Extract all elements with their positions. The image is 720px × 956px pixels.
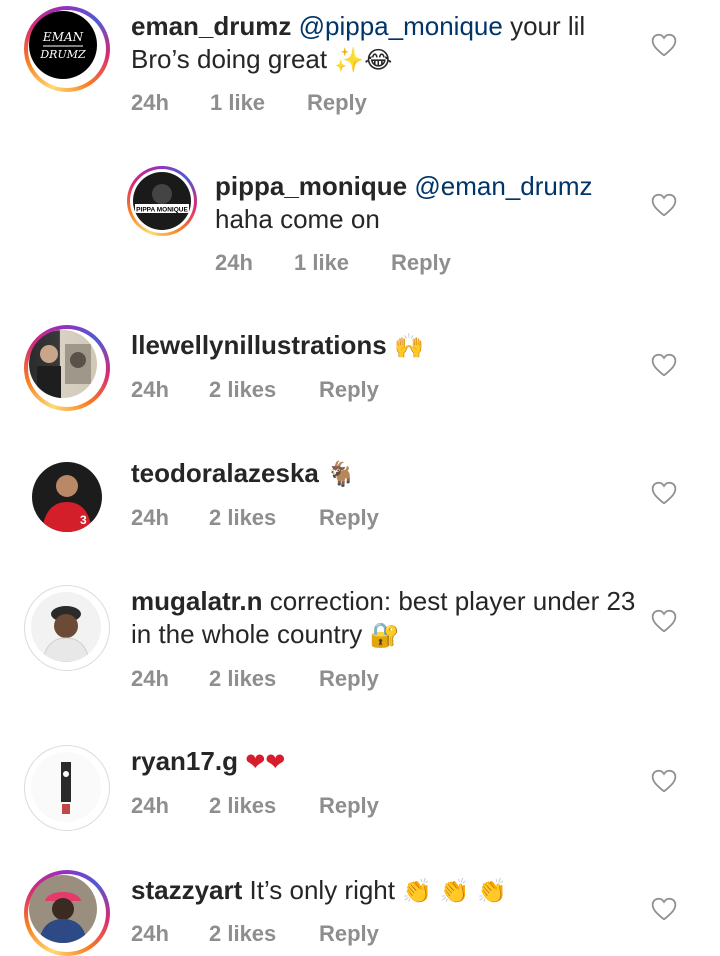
svg-text:DRUMZ: DRUMZ [39, 48, 86, 61]
comment-time: 24h [215, 250, 253, 275]
avatar[interactable]: PIPPA MONIQUE [127, 166, 197, 236]
reply-button[interactable]: Reply [391, 250, 451, 276]
avatar[interactable] [24, 325, 110, 411]
comment-time: 24h [131, 666, 169, 691]
comment-emoji: ❤❤ [245, 748, 286, 776]
comment-likes[interactable]: 2 likes [209, 377, 276, 403]
comment-text: haha come on [215, 204, 380, 234]
comment-emoji: 🔐 [369, 621, 400, 649]
avatar[interactable] [24, 585, 110, 671]
comment-username[interactable]: mugalatr.n [131, 586, 262, 616]
pippa-monique-logo: PIPPA MONIQUE [135, 184, 189, 214]
avatar-photo [42, 606, 90, 662]
heart-outline-icon[interactable] [651, 609, 677, 633]
comment-emoji: 🐐 [326, 460, 356, 488]
avatar[interactable] [24, 870, 110, 956]
comment-username[interactable]: ryan17.g [131, 746, 238, 776]
heart-outline-icon[interactable] [651, 353, 677, 377]
comment-likes[interactable]: 2 likes [209, 666, 276, 692]
avatar[interactable]: EMAN DRUMZ [24, 6, 110, 92]
reply-button[interactable]: Reply [319, 666, 379, 692]
heart-outline-icon[interactable] [651, 897, 677, 921]
comment-text: It’s only right [249, 875, 395, 905]
comment-time: 24h [131, 377, 169, 402]
reply-button[interactable]: Reply [319, 377, 379, 403]
comment-emoji: 👏 👏 👏 [402, 877, 508, 905]
reply-button[interactable]: Reply [319, 921, 379, 947]
comment-emoji: ✨😂 [334, 46, 393, 74]
comment-likes[interactable]: 1 like [210, 90, 265, 116]
comment-time: 24h [131, 90, 169, 115]
reply-button[interactable]: Reply [319, 505, 379, 531]
comment-emoji: 🙌 [393, 332, 424, 360]
heart-outline-icon[interactable] [651, 769, 677, 793]
avatar-photo [37, 344, 91, 398]
comment-username[interactable]: eman_drumz [131, 11, 291, 41]
svg-text:PIPPA MONIQUE: PIPPA MONIQUE [136, 207, 188, 214]
svg-text:EMAN: EMAN [42, 30, 84, 44]
comment-likes[interactable]: 2 likes [209, 793, 276, 819]
comment-likes[interactable]: 2 likes [209, 505, 276, 531]
heart-outline-icon[interactable] [651, 481, 677, 505]
comment-time: 24h [131, 793, 169, 818]
avatar-photo: 3 [42, 475, 92, 532]
avatar[interactable] [24, 745, 110, 831]
heart-outline-icon[interactable] [651, 33, 677, 57]
eman-drumz-logo: EMAN DRUMZ [39, 30, 86, 61]
comment-username[interactable]: teodoralazeska [131, 458, 319, 488]
comment-username[interactable]: pippa_monique [215, 171, 407, 201]
comment-mention[interactable]: @pippa_monique [299, 11, 503, 41]
reply-button[interactable]: Reply [319, 793, 379, 819]
comment-username[interactable]: stazzyart [131, 875, 242, 905]
svg-text:3: 3 [80, 513, 87, 527]
reply-button[interactable]: Reply [307, 90, 367, 116]
comment-likes[interactable]: 1 like [294, 250, 349, 276]
comment-time: 24h [131, 921, 169, 946]
heart-outline-icon[interactable] [651, 193, 677, 217]
comment-username[interactable]: llewellynillustrations [131, 330, 387, 360]
comment-likes[interactable]: 2 likes [209, 921, 276, 947]
comment-mention[interactable]: @eman_drumz [414, 171, 592, 201]
avatar[interactable]: 3 [24, 454, 110, 540]
comment-time: 24h [131, 505, 169, 530]
avatar-photo [61, 762, 71, 814]
avatar-photo [39, 892, 87, 943]
